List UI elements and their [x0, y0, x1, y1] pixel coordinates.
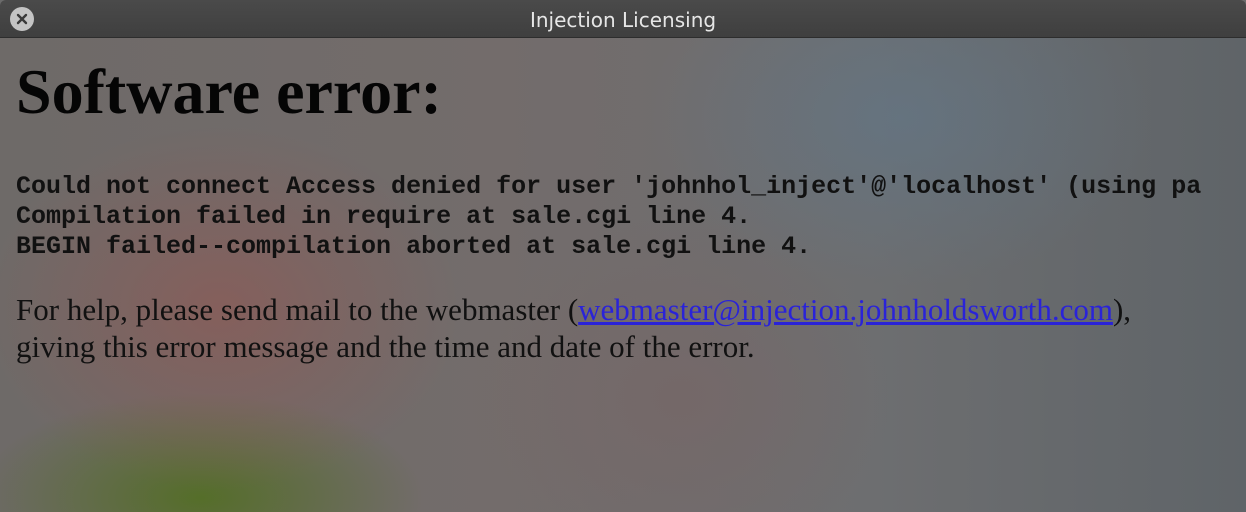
- error-details: Could not connect Access denied for user…: [16, 172, 1201, 262]
- webmaster-email-link[interactable]: webmaster@injection.johnholdsworth.com: [578, 292, 1113, 327]
- error-heading: Software error:: [16, 56, 442, 127]
- help-message: For help, please send mail to the webmas…: [16, 291, 1236, 365]
- window-title: Injection Licensing: [529, 8, 717, 32]
- error-line: Compilation failed in require at sale.cg…: [16, 202, 752, 231]
- help-line-2: giving this error message and the time a…: [16, 329, 755, 364]
- help-prefix: For help, please send mail to the webmas…: [16, 292, 579, 327]
- help-suffix: ),: [1112, 292, 1132, 327]
- error-line: BEGIN failed--compilation aborted at sal…: [16, 232, 812, 261]
- webview-content: Software error: Could not connect Access…: [0, 38, 1246, 512]
- title-bar: Injection Licensing: [0, 0, 1246, 38]
- app-window: Injection Licensing Software error: Coul…: [0, 0, 1246, 512]
- error-line: Could not connect Access denied for user…: [16, 172, 1202, 201]
